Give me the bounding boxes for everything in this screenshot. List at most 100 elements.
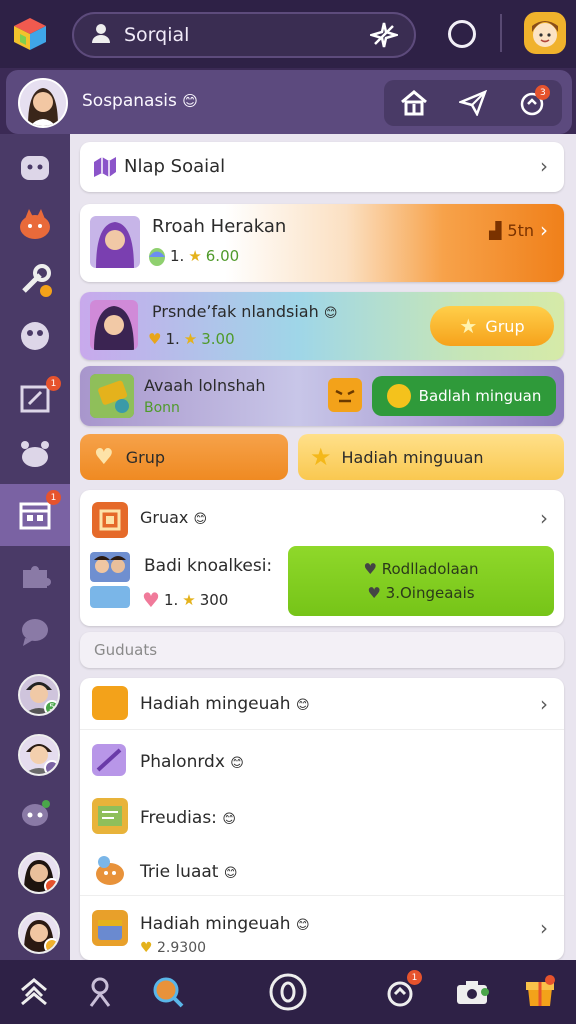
quest-title: Prsndeʼfak nlandsiah 😊 (152, 302, 337, 321)
group-tab[interactable]: ♥ Grup (80, 434, 288, 480)
paw-icon (21, 441, 49, 467)
group-title-text: Gruax (140, 508, 189, 527)
hero-card[interactable]: Rroah Herakan 1. ★ 6.00 ▟ 5tn › (80, 204, 564, 282)
send-icon[interactable] (457, 87, 489, 119)
header-card[interactable]: Nlap Soaial › (80, 142, 564, 192)
quest-emoji: 😊 (323, 306, 338, 321)
list-item-text: Hadiah mingeuah (140, 914, 291, 934)
list-item-label: Phalonrdx 😊 (140, 752, 244, 772)
search-icon[interactable] (146, 970, 190, 1014)
reward-line-2: ♥ 3.Oingeaais (367, 584, 474, 602)
weekly-reward-label: Badlah minguan (418, 387, 542, 405)
list-item-label: Hadiah mingeuah 😊 (140, 914, 310, 934)
list-item[interactable]: Freudias: 😊 (80, 790, 564, 842)
group-button[interactable]: ★ Grup (430, 306, 554, 346)
list-item-label: Trie luaat 😊 (140, 862, 237, 882)
circle-icon[interactable] (448, 20, 476, 48)
sidebar-friend-avatar[interactable] (18, 852, 60, 894)
avatar-icon[interactable] (524, 12, 566, 54)
header-title: Nlap Soaial (124, 156, 226, 177)
gift-icon[interactable] (518, 970, 562, 1014)
top-bar: Sorqial (0, 0, 576, 68)
group-item-score: 300 (199, 591, 229, 609)
heart-icon: ♥ (363, 560, 377, 578)
app-logo-icon[interactable] (12, 16, 48, 52)
record-icon[interactable] (266, 970, 310, 1014)
star-icon: ★ (182, 591, 196, 609)
friend-status-icon (44, 938, 58, 952)
list-item-text: Trie luaat (140, 862, 219, 882)
list-item[interactable]: Hadiah mingeuah 😊 › (80, 678, 564, 730)
group-item-stats: ♥ 1. ★ 300 (142, 588, 228, 612)
chevron-right-icon: › (540, 154, 548, 178)
quest-card[interactable]: Prsndeʼfak nlandsiah 😊 ♥ 1. ★ 3.00 ★ Gru… (80, 292, 564, 360)
weekly-reward-tab-label: Hadiah minguuan (341, 447, 484, 467)
coin-icon (386, 384, 411, 408)
reward-line-2-text: 3.Oingeaais (385, 584, 475, 602)
sidebar-item-bot[interactable] (0, 786, 70, 842)
list-item-emoji: 😊 (222, 812, 236, 827)
list-item-emoji: 😊 (223, 866, 238, 881)
sidebar-item-pet[interactable] (0, 196, 70, 252)
list-item-emoji: 😊 (230, 756, 244, 771)
heart-icon: ♥ (140, 940, 153, 956)
list-item[interactable]: Trie luaat 😊 (80, 844, 564, 896)
sidebar-item-play[interactable] (0, 308, 70, 364)
sidebar-friend-avatar[interactable] (18, 912, 60, 954)
list-item[interactable]: Phalonrdx 😊 (80, 734, 564, 786)
list-item[interactable]: Hadiah mingeuah 😊 ♥ 2.9300 › (80, 900, 564, 960)
bot-icon (22, 800, 50, 826)
trophy-icon (92, 686, 128, 720)
wand-icon (92, 744, 126, 776)
sidebar-item-chat[interactable] (0, 604, 70, 660)
sidebar-badge: 1 (46, 490, 61, 505)
reward-progress-panel[interactable]: ♥ Rodlladolaan ♥ 3.Oingeaais (288, 546, 554, 616)
sidebar-item-edit[interactable]: 1 (0, 370, 70, 426)
weekly-reward-button[interactable]: Badlah minguan (372, 376, 556, 416)
hero-title: Rroah Herakan (152, 216, 287, 237)
group-card[interactable]: Gruax 😊 › Badi knoalkesi: ♥ 1. ★ 300 ♥ R… (80, 490, 564, 626)
weekly-reward-tab[interactable]: ★ Hadiah minguuan (298, 434, 564, 480)
hero-avatar (90, 216, 140, 268)
star-icon: ★ (310, 443, 332, 471)
sidebar-friend-avatar[interactable]: 5 (18, 674, 60, 716)
friend-status-icon (44, 878, 58, 892)
heart-icon: ♥ (367, 584, 381, 602)
star-icon: ★ (188, 247, 202, 265)
reward-line-1: ♥ Rodlladolaan (364, 560, 479, 578)
home-icon[interactable] (398, 87, 430, 119)
creature-icon (92, 852, 128, 888)
profile-avatar[interactable] (18, 78, 68, 128)
notification-icon[interactable]: 3 (516, 85, 551, 119)
sidebar-friend-avatar[interactable] (18, 734, 60, 776)
sidebar-item-tools[interactable] (0, 252, 70, 308)
user-icon (90, 22, 112, 48)
notification-badge: 3 (535, 85, 551, 100)
home-feed-icon[interactable] (12, 970, 56, 1014)
list-item-label: Freudias: 😊 (140, 808, 236, 828)
heart-icon: ♥ (148, 330, 162, 348)
section-header: Guduats (80, 632, 564, 668)
group-icon (92, 502, 128, 538)
sparkle-icon[interactable] (367, 21, 401, 49)
sidebar-badge: 1 (46, 376, 61, 391)
heart-icon: ♥ (142, 588, 160, 612)
left-sidebar: 1 1 5 (0, 134, 70, 960)
search-bar[interactable]: Sorqial (72, 12, 416, 58)
main-panel: Nlap Soaial › Rroah Herakan 1. ★ 6.00 ▟ … (70, 134, 576, 960)
notification-icon[interactable]: 1 (378, 970, 422, 1014)
sidebar-item-pets[interactable] (0, 426, 70, 482)
group-item-title: Badi knoalkesi: (144, 556, 273, 576)
sidebar-item-puzzle[interactable] (0, 548, 70, 604)
sidebar-item-calendar[interactable]: 1 (0, 484, 70, 546)
hero-score: 6.00 (205, 247, 240, 265)
profile-icon[interactable] (78, 970, 122, 1014)
reward-card[interactable]: Avaah lolnshah Bonn Badlah minguan (80, 366, 564, 426)
camera-icon[interactable] (450, 970, 494, 1014)
bottom-nav: 1 (0, 960, 576, 1024)
chevron-right-icon: › (540, 692, 548, 716)
sidebar-item-messages[interactable] (0, 140, 70, 196)
notification-badge: 1 (407, 970, 422, 985)
list-item-sub: ♥ 2.9300 (140, 940, 206, 956)
chevron-right-icon: › (540, 506, 548, 530)
